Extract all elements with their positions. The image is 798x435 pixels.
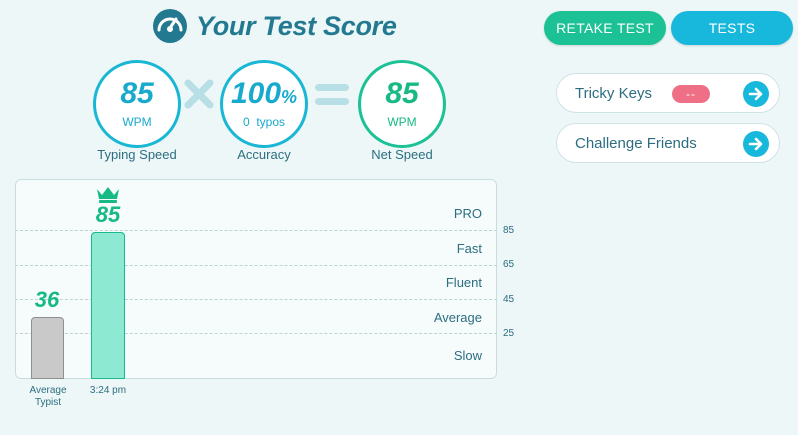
level-fast: Fast	[456, 241, 482, 256]
tick-label: 85	[503, 225, 515, 236]
times-icon	[184, 79, 214, 109]
arrow-right-icon[interactable]	[743, 81, 769, 107]
level-fluent: Fluent	[445, 275, 482, 290]
typing-speed-value: 85	[120, 77, 154, 110]
level-average: Average	[433, 310, 482, 325]
grid-line	[15, 333, 497, 334]
page-header: Your Test Score	[152, 8, 397, 44]
bar-your-score	[91, 232, 125, 379]
tick-label: 45	[503, 294, 515, 305]
x-label-your-test: 3:24 pm	[89, 385, 127, 396]
typos-count: 0 typos	[242, 115, 286, 129]
page-title: Your Test Score	[196, 10, 397, 41]
speedometer-icon	[153, 9, 187, 43]
crown-icon	[97, 187, 119, 203]
tick-label: 25	[503, 328, 515, 339]
retake-test-button[interactable]: RETAKE TEST	[544, 11, 666, 45]
bar-value-label: 85	[95, 202, 121, 227]
tests-button[interactable]: TESTS	[671, 11, 793, 45]
level-pro: PRO	[453, 206, 482, 221]
bar-average-typist	[31, 316, 64, 379]
typing-speed-circle: 85 WPM	[93, 60, 181, 148]
bar-value-label: 36	[34, 286, 60, 312]
tricky-keys-card[interactable]: Tricky Keys --	[556, 73, 780, 113]
equals-icon	[315, 84, 349, 105]
tick-label: 65	[503, 259, 515, 270]
tricky-keys-badge: --	[672, 85, 710, 103]
net-speed-unit: WPM	[387, 115, 417, 129]
grid-line	[15, 230, 497, 231]
accuracy-label: Accuracy	[237, 147, 291, 162]
x-label-average-typist: Average Typist	[29, 385, 67, 408]
challenge-friends-label: Challenge Friends	[575, 134, 697, 152]
net-speed-label: Net Speed	[371, 147, 433, 162]
accuracy-value: 100%	[230, 77, 298, 110]
typing-speed-label: Typing Speed	[97, 147, 177, 162]
accuracy-circle: 100% 0 typos	[220, 60, 308, 148]
arrow-right-icon[interactable]	[743, 131, 769, 157]
typing-speed-unit: WPM	[122, 115, 152, 129]
level-slow: Slow	[453, 348, 482, 363]
challenge-friends-card[interactable]: Challenge Friends	[556, 123, 780, 163]
net-speed-circle: 85 WPM	[358, 60, 446, 148]
tricky-keys-label: Tricky Keys	[575, 84, 652, 102]
grid-line	[15, 265, 497, 266]
grid-line	[15, 299, 497, 300]
net-speed-value: 85	[385, 77, 419, 110]
